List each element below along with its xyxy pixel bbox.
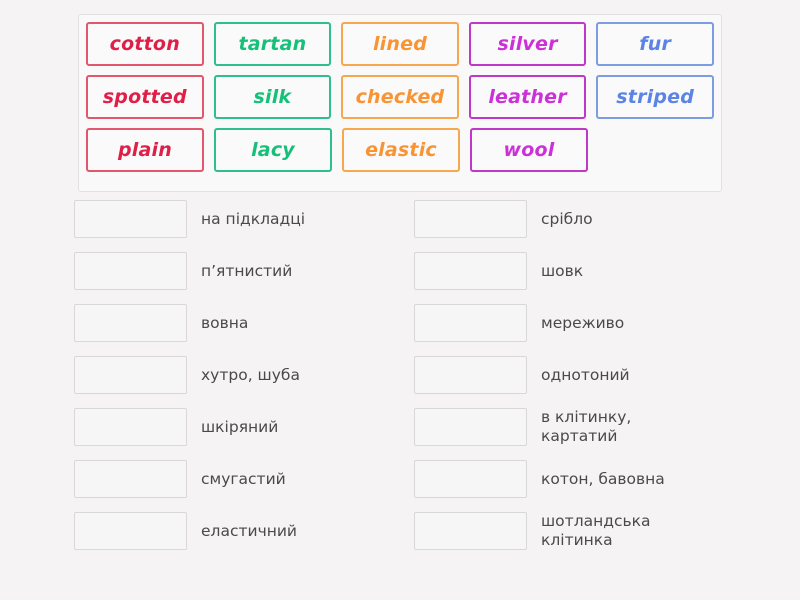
drop-zone-right-1[interactable] xyxy=(414,200,527,238)
drop-zone-right-7[interactable] xyxy=(414,512,527,550)
drop-zone-right-3[interactable] xyxy=(414,304,527,342)
match-row: смугастий xyxy=(74,460,404,498)
word-tile-leather[interactable]: leather xyxy=(468,75,587,119)
definition-label: срібло xyxy=(541,209,593,228)
definition-label: шотландська клітинка xyxy=(541,512,651,549)
word-tile-wool[interactable]: wool xyxy=(470,128,588,172)
word-tile-tartan[interactable]: tartan xyxy=(213,22,332,66)
tile-row: cotton tartan lined silver fur xyxy=(86,22,714,66)
word-tile-lined[interactable]: lined xyxy=(341,22,459,66)
match-row: шовк xyxy=(414,252,754,290)
match-row: еластичний xyxy=(74,512,404,550)
match-row: мереживо xyxy=(414,304,754,342)
match-row: хутро, шуба xyxy=(74,356,404,394)
drop-zone-left-3[interactable] xyxy=(74,304,187,342)
word-tile-silver[interactable]: silver xyxy=(468,22,587,66)
word-tile-plain[interactable]: plain xyxy=(86,128,204,172)
definition-label: котон, бавовна xyxy=(541,469,665,488)
definition-label: однотоний xyxy=(541,365,630,384)
word-tile-bank: cotton tartan lined silver fur spotted silk che… xyxy=(78,14,722,192)
definition-label: п’ятнистий xyxy=(201,261,293,280)
match-row: шотландська клітинка xyxy=(414,512,754,550)
word-tile-checked[interactable]: checked xyxy=(341,75,459,119)
match-row: котон, бавовна xyxy=(414,460,754,498)
word-tile-spotted[interactable]: spotted xyxy=(86,75,204,119)
tile-row: spotted silk checked leather striped xyxy=(86,75,714,119)
definition-label: шовк xyxy=(541,261,584,280)
definition-label: вовна xyxy=(201,313,249,332)
match-row: срібло xyxy=(414,200,754,238)
drop-zone-left-5[interactable] xyxy=(74,408,187,446)
match-row: в клітинку, картатий xyxy=(414,408,754,446)
drop-zone-left-6[interactable] xyxy=(74,460,187,498)
definition-label: на підкладці xyxy=(201,209,306,228)
drop-zone-right-4[interactable] xyxy=(414,356,527,394)
drop-zone-right-5[interactable] xyxy=(414,408,527,446)
match-row: шкіряний xyxy=(74,408,404,446)
match-column-right: срібло шовк мереживо однотоний в клітинку, к… xyxy=(414,200,754,564)
drop-zone-left-1[interactable] xyxy=(74,200,187,238)
definition-label: хутро, шуба xyxy=(201,365,300,384)
word-tile-elastic[interactable]: elastic xyxy=(342,128,460,172)
word-tile-striped[interactable]: striped xyxy=(596,75,714,119)
drop-zone-left-7[interactable] xyxy=(74,512,187,550)
match-row: однотоний xyxy=(414,356,754,394)
definition-label: еластичний xyxy=(201,521,298,540)
tile-row: plain lacy elastic wool xyxy=(86,128,714,172)
match-column-left: на підкладці п’ятнистий вовна хутро, шуба шк… xyxy=(74,200,404,564)
definition-label: смугастий xyxy=(201,469,286,488)
word-tile-lacy[interactable]: lacy xyxy=(214,128,332,172)
match-row: на підкладці xyxy=(74,200,404,238)
definition-label: шкіряний xyxy=(201,417,279,436)
drop-zone-right-6[interactable] xyxy=(414,460,527,498)
word-tile-fur[interactable]: fur xyxy=(596,22,714,66)
drop-zone-left-4[interactable] xyxy=(74,356,187,394)
definition-label: в клітинку, картатий xyxy=(541,408,632,445)
definition-label: мереживо xyxy=(541,313,625,332)
match-row: вовна xyxy=(74,304,404,342)
match-row: п’ятнистий xyxy=(74,252,404,290)
drop-zone-left-2[interactable] xyxy=(74,252,187,290)
drop-zone-right-2[interactable] xyxy=(414,252,527,290)
word-tile-cotton[interactable]: cotton xyxy=(86,22,204,66)
word-tile-silk[interactable]: silk xyxy=(213,75,332,119)
